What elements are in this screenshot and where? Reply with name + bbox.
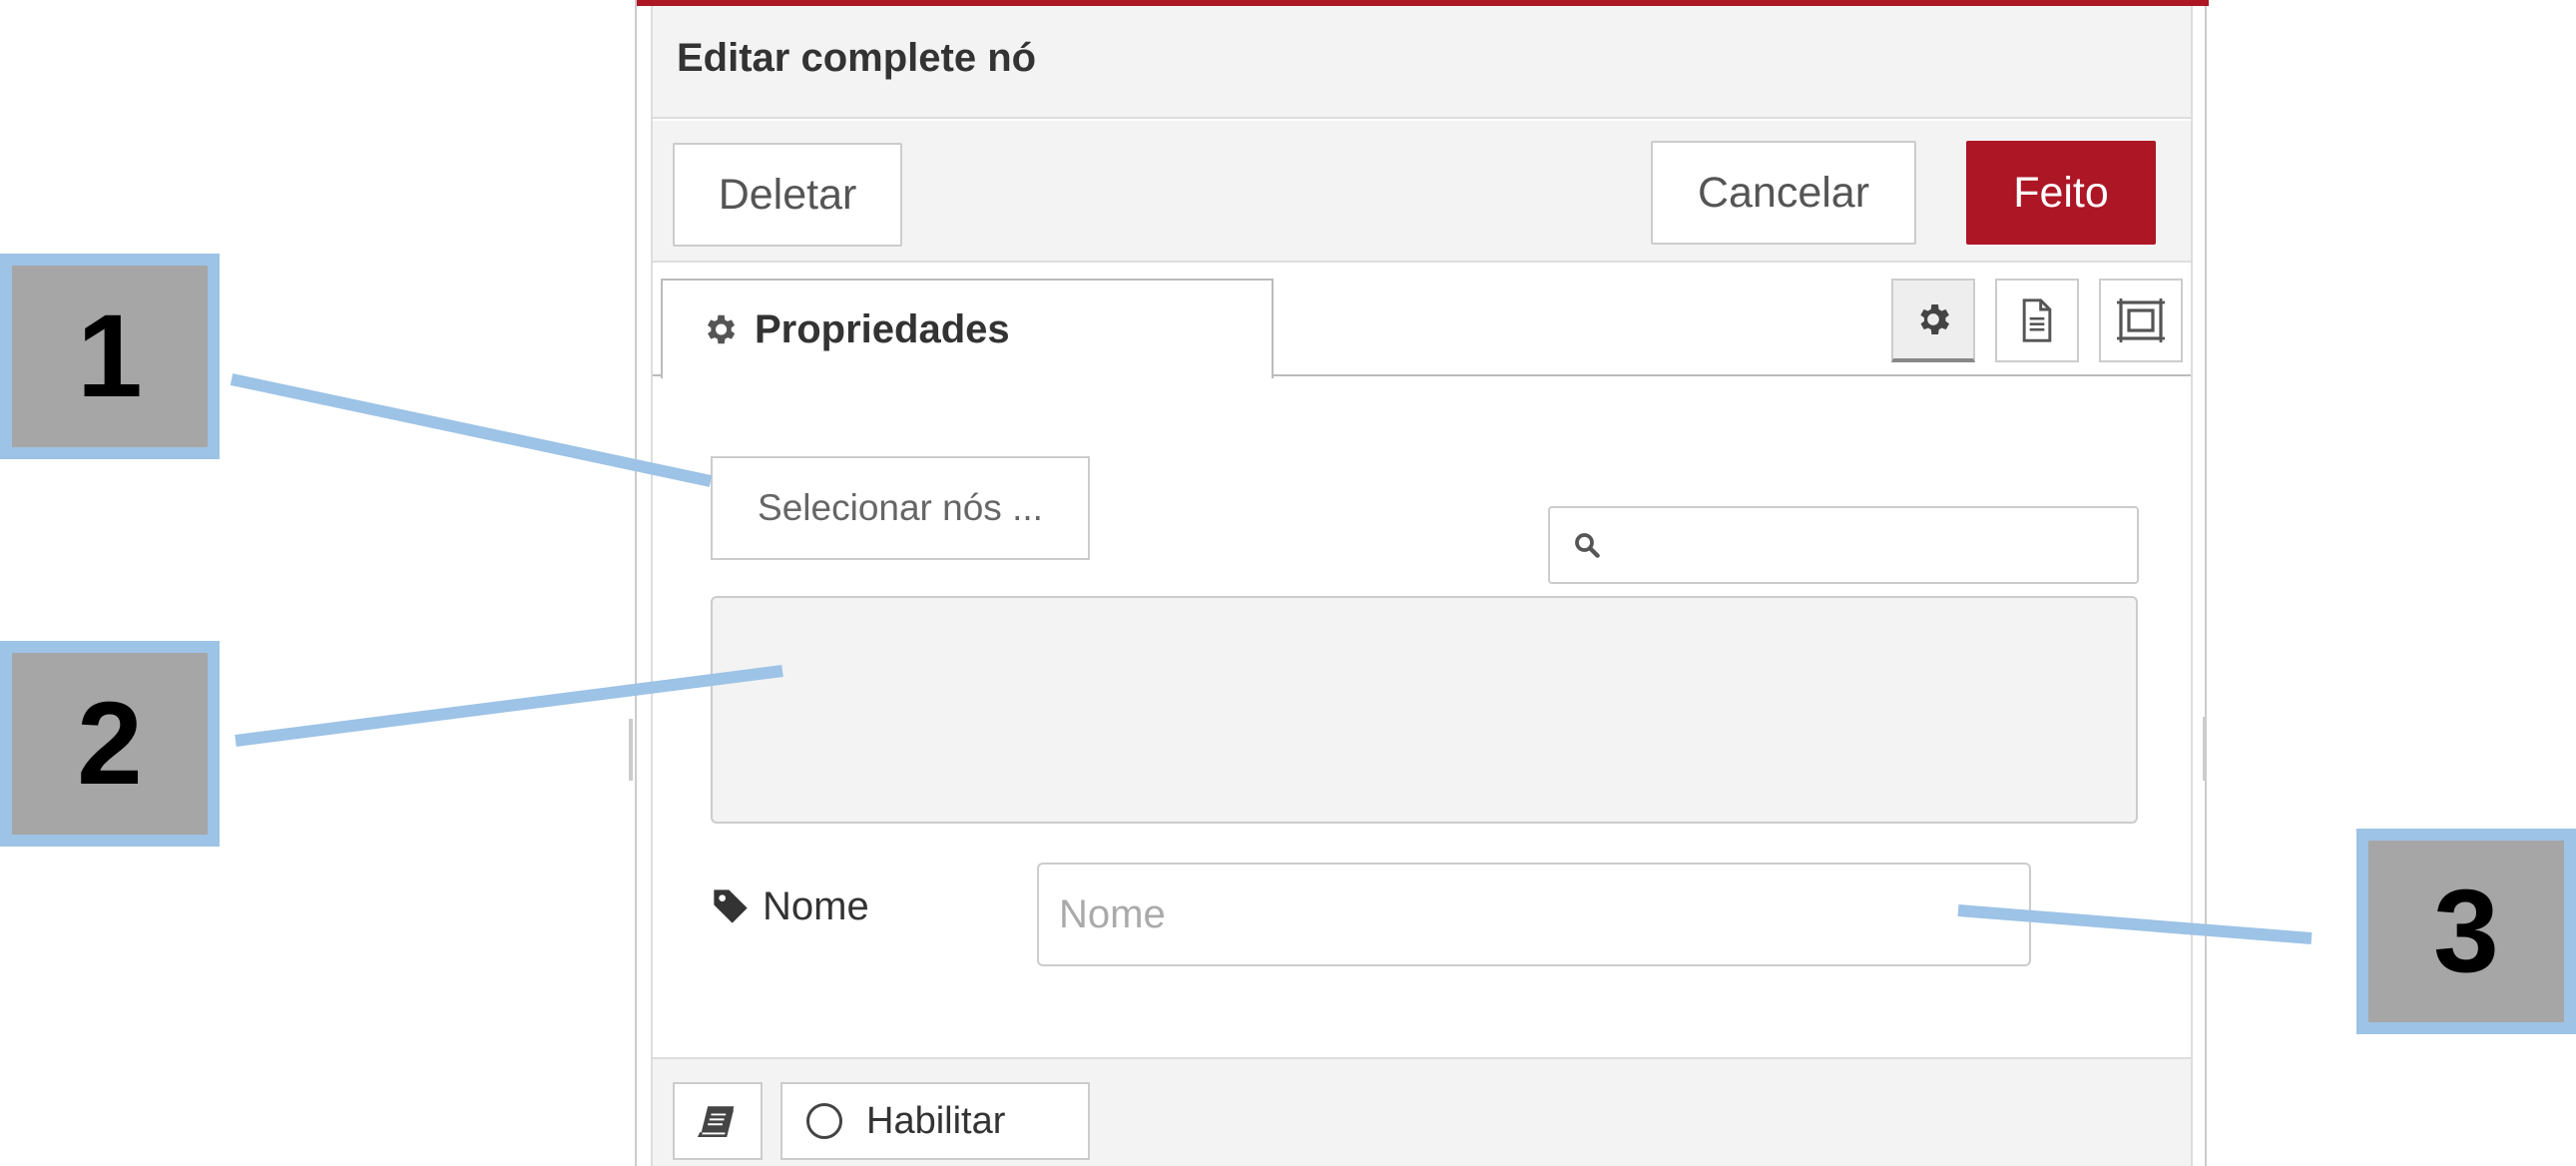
tab-settings[interactable] bbox=[1891, 279, 1975, 362]
search-icon bbox=[1575, 533, 1600, 558]
document-icon bbox=[2022, 298, 2052, 342]
tabs-row: Propriedades bbox=[653, 265, 2191, 378]
resize-handle-left[interactable] bbox=[629, 719, 633, 781]
callout-1: 1 bbox=[0, 254, 220, 459]
dialog-button-bar: Deletar Cancelar Feito bbox=[653, 121, 2191, 263]
callout-2: 2 bbox=[0, 641, 220, 847]
resize-handle-right[interactable] bbox=[2203, 717, 2207, 781]
enable-toggle[interactable]: Habilitar bbox=[780, 1082, 1090, 1160]
search-field[interactable] bbox=[1548, 506, 2139, 584]
name-field-label: Nome bbox=[711, 882, 869, 930]
tab-appearance[interactable] bbox=[2099, 279, 2183, 362]
gear-icon bbox=[707, 314, 736, 344]
tag-icon bbox=[714, 889, 748, 923]
dialog-title: Editar complete nó bbox=[677, 36, 1037, 80]
node-help-button[interactable] bbox=[673, 1082, 763, 1160]
done-button[interactable]: Feito bbox=[1966, 141, 2156, 245]
dialog-title-bar: Editar complete nó bbox=[653, 6, 2191, 119]
node-edit-dialog: Editar complete nó Deletar Cancelar Feit… bbox=[629, 0, 2209, 1166]
tab-icon-group bbox=[1871, 279, 2183, 362]
screenshot-stage: Editar complete nó Deletar Cancelar Feit… bbox=[0, 0, 2576, 1166]
tab-properties-label: Propriedades bbox=[755, 306, 1010, 351]
tab-properties[interactable]: Propriedades bbox=[661, 279, 1274, 378]
enable-label: Habilitar bbox=[866, 1099, 1006, 1142]
properties-content: Selecionar nós ... Nome bbox=[653, 378, 2191, 1057]
tab-description[interactable] bbox=[1995, 279, 2079, 362]
name-input[interactable] bbox=[1037, 863, 2031, 966]
dialog-inner: Editar complete nó Deletar Cancelar Feit… bbox=[651, 6, 2193, 1166]
select-nodes-button[interactable]: Selecionar nós ... bbox=[711, 456, 1090, 560]
dialog-footer: Habilitar bbox=[653, 1057, 2191, 1166]
delete-button[interactable]: Deletar bbox=[673, 143, 902, 247]
cancel-button[interactable]: Cancelar bbox=[1651, 141, 1916, 245]
selected-nodes-list[interactable] bbox=[711, 596, 2138, 824]
enable-radio-icon bbox=[806, 1103, 842, 1139]
frame-icon bbox=[2117, 298, 2165, 342]
callout-3: 3 bbox=[2356, 829, 2576, 1034]
gear-icon bbox=[1920, 304, 1949, 334]
book-icon bbox=[698, 1106, 735, 1138]
name-label-text: Nome bbox=[763, 883, 869, 928]
